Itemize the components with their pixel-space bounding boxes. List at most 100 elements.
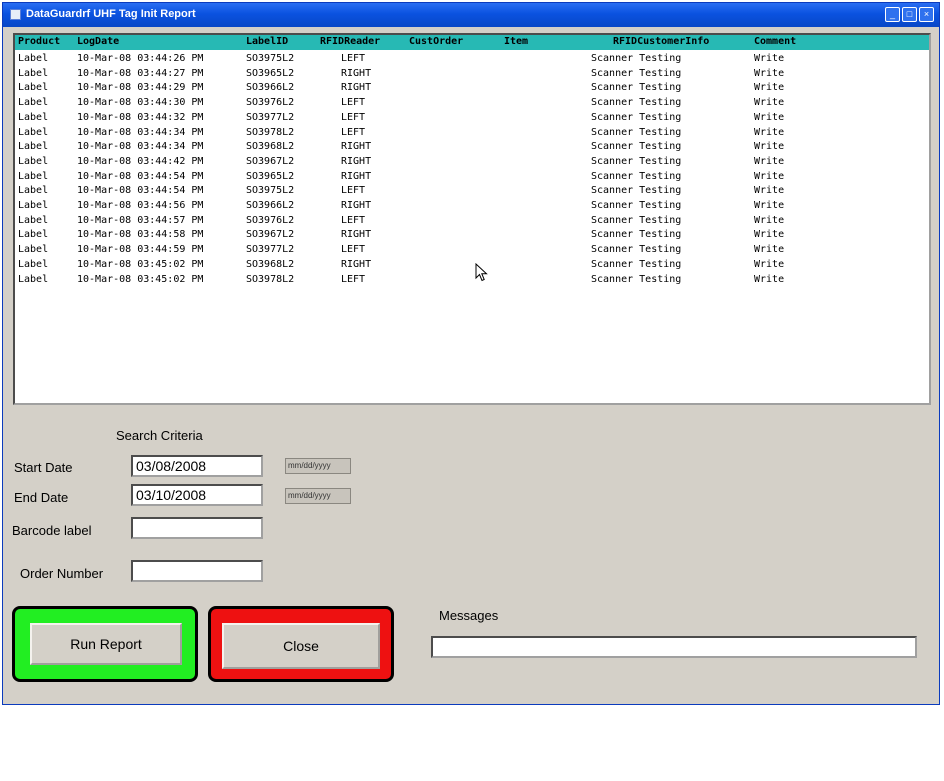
table-cell: Label	[18, 200, 49, 211]
table-row[interactable]: Label 10-Mar-08 03:45:02 PM SO3978L2 LEFT Sc…	[15, 273, 929, 288]
table-cell: SO3965L2	[246, 170, 295, 182]
table-row[interactable]: Label 10-Mar-08 03:44:54 PM SO3965L2 RIGHT S…	[15, 170, 929, 185]
table-row[interactable]: Label 10-Mar-08 03:44:30 PM SO3976L2 LEFT Sc…	[15, 96, 929, 111]
table-cell: LEFT	[341, 214, 366, 226]
table-cell: Write	[754, 82, 785, 94]
table-cell: RIGHT	[341, 82, 372, 94]
table-cell: Scanner Testing	[591, 53, 682, 64]
table-cell: Scanner Testing	[591, 200, 682, 211]
table-row[interactable]: Label 10-Mar-08 03:44:57 PM SO3976L2 LEFT Sc…	[15, 214, 929, 229]
column-header[interactable]: LabelID	[246, 36, 288, 47]
table-cell: Scanner Testing	[591, 170, 682, 182]
table-cell: 10-Mar-08 03:44:54 PM	[77, 170, 204, 182]
table-cell: 10-Mar-08 03:45:02 PM	[77, 273, 204, 285]
order-number-input[interactable]	[131, 560, 263, 582]
table-row[interactable]: Label 10-Mar-08 03:44:32 PM SO3977L2 LEFT Sc…	[15, 111, 929, 126]
table-cell: SO3976L2	[246, 97, 295, 109]
table-row[interactable]: Label 10-Mar-08 03:44:29 PM SO3966L2 RIGHT S…	[15, 81, 929, 96]
table-row[interactable]: Label 10-Mar-08 03:44:27 PM SO3965L2 RIGHT S…	[15, 67, 929, 82]
column-header[interactable]: Item	[504, 36, 528, 47]
table-cell: Scanner Testing	[591, 214, 682, 226]
run-report-button[interactable]: Run Report	[30, 623, 182, 665]
table-cell: Label	[18, 170, 49, 182]
table-row[interactable]: Label 10-Mar-08 03:44:54 PM SO3975L2 LEFT Sc…	[15, 184, 929, 199]
start-date-label: Start Date	[14, 460, 73, 475]
end-date-input[interactable]	[131, 484, 263, 506]
table-cell: Label	[18, 273, 49, 285]
table-row[interactable]: Label 10-Mar-08 03:44:56 PM SO3966L2 RIGHT S…	[15, 199, 929, 214]
column-header[interactable]: RFIDReader	[320, 36, 380, 47]
table-cell: SO3978L2	[246, 126, 295, 138]
app-icon	[10, 9, 21, 20]
table-cell: 10-Mar-08 03:44:27 PM	[77, 67, 204, 79]
table-cell: Label	[18, 229, 49, 241]
table-row[interactable]: Label 10-Mar-08 03:44:34 PM SO3978L2 LEFT Sc…	[15, 126, 929, 141]
table-cell: LEFT	[341, 97, 366, 109]
table-cell: Label	[18, 111, 49, 123]
table-cell: Label	[18, 185, 49, 197]
barcode-label: Barcode label	[12, 523, 92, 538]
table-row[interactable]: Label 10-Mar-08 03:44:34 PM SO3968L2 RIGHT S…	[15, 140, 929, 155]
table-cell: Scanner Testing	[591, 141, 682, 153]
table-cell: SO3967L2	[246, 155, 295, 167]
messages-box	[431, 636, 917, 658]
table-row[interactable]: Label 10-Mar-08 03:44:42 PM SO3967L2 RIGHT S…	[15, 155, 929, 170]
title-bar[interactable]: DataGuardrf UHF Tag Init Report _ □ ×	[3, 3, 939, 27]
minimize-button[interactable]: _	[885, 7, 900, 22]
table-cell: Scanner Testing	[591, 185, 682, 197]
table-cell: Label	[18, 214, 49, 226]
table-row[interactable]: Label 10-Mar-08 03:45:02 PM SO3968L2 RIGHT S…	[15, 258, 929, 273]
table-cell: RIGHT	[341, 258, 372, 270]
report-grid[interactable]: Product LogDate LabelID RFIDReader CustOrder…	[13, 33, 931, 405]
table-cell: Label	[18, 126, 49, 138]
table-cell: LEFT	[341, 126, 366, 138]
table-cell: Write	[754, 229, 785, 241]
table-cell: SO3968L2	[246, 258, 295, 270]
table-row[interactable]: Label 10-Mar-08 03:44:26 PM SO3975L2 LEFT Sc…	[15, 52, 929, 67]
table-cell: Label	[18, 53, 49, 64]
table-cell: Label	[18, 82, 49, 94]
table-cell: Scanner Testing	[591, 67, 682, 79]
table-cell: Write	[754, 214, 785, 226]
table-cell: LEFT	[341, 273, 366, 285]
table-cell: Write	[754, 97, 785, 109]
table-cell: Label	[18, 258, 49, 270]
table-cell: 10-Mar-08 03:44:56 PM	[77, 200, 204, 211]
table-cell: Write	[754, 111, 785, 123]
table-cell: SO3966L2	[246, 200, 295, 211]
table-cell: Write	[754, 200, 785, 211]
close-window-button[interactable]: ×	[919, 7, 934, 22]
table-cell: Write	[754, 258, 785, 270]
close-button[interactable]: Close	[222, 623, 380, 669]
end-date-format-hint: mm/dd/yyyy	[285, 488, 351, 504]
table-cell: Write	[754, 67, 785, 79]
report-window: DataGuardrf UHF Tag Init Report _ □ × Pr…	[2, 2, 940, 705]
messages-label: Messages	[439, 608, 499, 623]
column-header[interactable]: Comment	[754, 36, 796, 47]
table-cell: Label	[18, 244, 49, 256]
start-date-input[interactable]	[131, 455, 263, 477]
table-cell: 10-Mar-08 03:44:42 PM	[77, 155, 204, 167]
window-title: DataGuardrf UHF Tag Init Report	[26, 8, 196, 20]
table-cell: Label	[18, 155, 49, 167]
column-header[interactable]: RFIDCustomerInfo	[613, 36, 709, 47]
mouse-pointer-icon	[475, 263, 488, 282]
maximize-button[interactable]: □	[902, 7, 917, 22]
table-cell: SO3975L2	[246, 185, 295, 197]
column-header[interactable]: CustOrder	[409, 36, 463, 47]
table-cell: Scanner Testing	[591, 126, 682, 138]
table-cell: LEFT	[341, 111, 366, 123]
barcode-input[interactable]	[131, 517, 263, 539]
column-header[interactable]: LogDate	[77, 36, 119, 47]
table-cell: Scanner Testing	[591, 82, 682, 94]
table-row[interactable]: Label 10-Mar-08 03:44:59 PM SO3977L2 LEFT Sc…	[15, 243, 929, 258]
table-cell: Scanner Testing	[591, 258, 682, 270]
table-cell: Write	[754, 155, 785, 167]
table-cell: RIGHT	[341, 170, 372, 182]
table-cell: Write	[754, 273, 785, 285]
order-number-label: Order Number	[20, 566, 104, 581]
table-cell: SO3975L2	[246, 53, 295, 64]
column-header[interactable]: Product	[18, 36, 60, 47]
table-cell: Scanner Testing	[591, 229, 682, 241]
table-row[interactable]: Label 10-Mar-08 03:44:58 PM SO3967L2 RIGHT S…	[15, 228, 929, 243]
